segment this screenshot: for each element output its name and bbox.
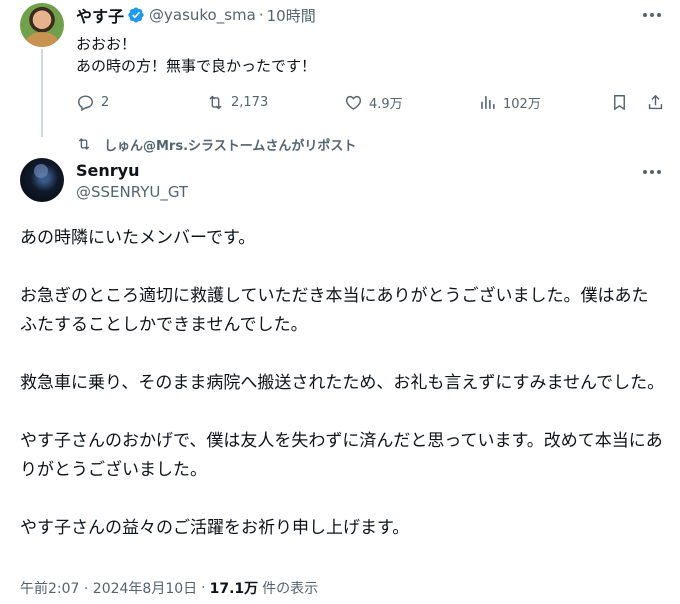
reply-button[interactable]: 2 [76, 90, 109, 114]
reply-count: 2 [101, 94, 110, 110]
repost-label: しゅん@Mrs.シラストームさんがリポスト [104, 138, 357, 154]
retweet-count: 2,173 [231, 94, 269, 110]
tweet-yasuko[interactable]: やす子 @yasuko_sma · 10時間 おおお！ あの時の方！無事で良かった… [0, 0, 680, 137]
tweet-paragraph: 救急車に乗り、そのまま病院へ搬送されたため、お礼も言えずにすみませんでした。 [20, 373, 665, 393]
share-icon [648, 94, 663, 109]
bookmark-button[interactable] [610, 90, 635, 114]
thread-connector-line [41, 49, 43, 137]
tweet-text-line: あの時の方！無事で良かったです！ [76, 57, 317, 75]
relative-time[interactable]: 10時間 [267, 5, 316, 26]
views-icon [481, 95, 495, 109]
more-icon[interactable] [640, 162, 664, 182]
retweet-button[interactable]: 2,173 [206, 90, 268, 114]
avatar[interactable] [20, 3, 64, 47]
like-button[interactable]: 4.9万 [344, 90, 403, 114]
views-button[interactable]: 102万 [478, 90, 541, 114]
verified-badge-icon [128, 7, 144, 23]
action-bar: 2 2,173 4.9万 102万 [76, 90, 666, 114]
tweet-paragraph: あの時隣にいたメンバーです。 [20, 228, 256, 248]
display-name[interactable]: やす子 [76, 3, 124, 27]
retweet-icon [209, 95, 222, 109]
display-name[interactable]: Senryu [76, 161, 139, 180]
avatar[interactable] [20, 158, 64, 202]
handle[interactable]: @SSENRYU_GT [76, 183, 188, 201]
tweet-metadata: 午前2:07 · 2024年8月10日 · 17.1万 件の表示 [20, 576, 318, 600]
tweet-text: おおお！ あの時の方！無事で良かったです！ [76, 33, 316, 77]
tweet-paragraph: お急ぎのところ適切に救護していただき本当にありがとうございました。僕はあたふたす… [20, 286, 649, 335]
share-button[interactable] [646, 90, 671, 114]
tweet-body: あの時隣にいたメンバーです。 お急ぎのところ適切に救護していただき本当にありがと… [20, 224, 665, 543]
views-label: 件の表示 [262, 581, 319, 597]
like-icon [345, 95, 362, 110]
tweet-header: やす子 @yasuko_sma · 10時間 [76, 4, 316, 26]
timestamp[interactable]: 午前2:07 · 2024年8月10日 [20, 578, 197, 598]
like-count: 4.9万 [369, 96, 403, 112]
reply-icon [78, 94, 93, 111]
tweet-text-line: おおお！ [76, 35, 137, 53]
separator-dot: · [201, 580, 206, 596]
repost-icon [78, 138, 90, 150]
tweet-paragraph: やす子さんの益々のご活躍をお祈り申し上げます。 [20, 518, 410, 538]
views-count[interactable]: 17.1万 [210, 578, 259, 598]
view-count: 102万 [503, 96, 541, 112]
handle[interactable]: @yasuko_sma [149, 6, 256, 24]
more-icon[interactable] [640, 5, 664, 25]
repost-indicator[interactable]: しゅん@Mrs.シラストームさんがリポスト [76, 134, 356, 154]
tweet-paragraph: やす子さんのおかげで、僕は友人を失わずに済んだと思っています。改めて本当にありが… [20, 431, 663, 480]
bookmark-icon [614, 94, 625, 110]
separator-dot: · [258, 6, 264, 24]
